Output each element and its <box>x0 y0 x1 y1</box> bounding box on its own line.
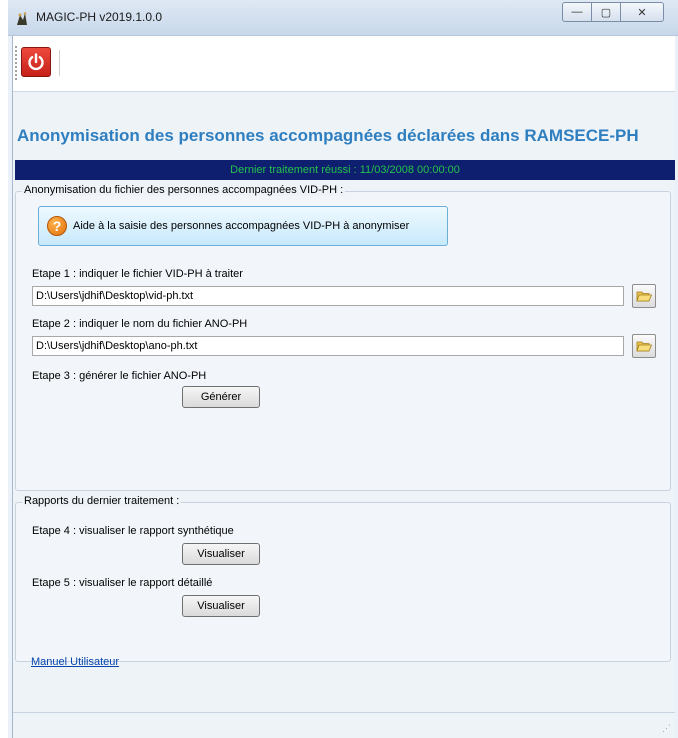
toolbar-separator <box>59 50 60 76</box>
last-run-banner: Dernier traitement réussi : 11/03/2008 0… <box>15 160 675 180</box>
reports-group: Rapports du dernier traitement : Etape 4… <box>15 495 671 662</box>
page-title: Anonymisation des personnes accompagnées… <box>17 126 639 145</box>
anonymisation-legend: Anonymisation du fichier des personnes a… <box>22 184 346 196</box>
app-window: MAGIC-PH v2019.1.0.0 — ▢ ✕ Anonymisation… <box>8 0 678 738</box>
help-entry-button[interactable]: ? Aide à la saisie des personnes accompa… <box>38 206 448 246</box>
ano-file-input[interactable] <box>32 336 624 356</box>
step3-label: Etape 3 : générer le fichier ANO-PH <box>32 370 207 382</box>
maximize-button[interactable]: ▢ <box>591 2 621 22</box>
browse-vid-button[interactable] <box>632 284 656 308</box>
anonymisation-group: Anonymisation du fichier des personnes a… <box>15 184 671 491</box>
folder-open-icon <box>636 341 652 352</box>
resize-grip-icon[interactable]: ⋰ <box>662 723 671 734</box>
view-detailed-report-button[interactable]: Visualiser <box>182 595 260 617</box>
step2-label: Etape 2 : indiquer le nom du fichier ANO… <box>32 318 248 330</box>
step5-label: Etape 5 : visualiser le rapport détaillé <box>32 577 213 589</box>
close-icon: ✕ <box>637 6 647 19</box>
reports-legend: Rapports du dernier traitement : <box>22 495 182 507</box>
close-button[interactable]: ✕ <box>620 2 664 22</box>
client-area: Anonymisation des personnes accompagnées… <box>12 36 675 738</box>
step1-label: Etape 1 : indiquer le fichier VID-PH à t… <box>32 268 243 280</box>
browse-ano-button[interactable] <box>632 334 656 358</box>
app-logo-icon <box>17 12 27 25</box>
help-entry-label: Aide à la saisie des personnes accompagn… <box>73 220 410 232</box>
minimize-button[interactable]: — <box>562 2 592 22</box>
user-manual-link[interactable]: Manuel Utilisateur <box>31 656 119 668</box>
toolbar-grip[interactable] <box>15 46 18 80</box>
quit-button[interactable] <box>21 47 51 77</box>
power-icon <box>28 53 44 71</box>
window-controls: — ▢ ✕ <box>562 2 664 22</box>
folder-open-icon <box>636 291 652 302</box>
window-title: MAGIC-PH v2019.1.0.0 <box>36 10 163 24</box>
vid-file-input[interactable] <box>32 286 624 306</box>
toolbar <box>13 36 675 92</box>
step4-label: Etape 4 : visualiser le rapport synthéti… <box>32 525 234 537</box>
maximize-icon: ▢ <box>600 6 612 19</box>
minimize-icon: — <box>571 6 583 18</box>
view-summary-report-button[interactable]: Visualiser <box>182 543 260 565</box>
generate-button[interactable]: Générer <box>182 386 260 408</box>
title-bar[interactable]: MAGIC-PH v2019.1.0.0 — ▢ ✕ <box>8 0 678 36</box>
status-strip: ⋰ <box>13 712 675 738</box>
question-icon: ? <box>47 216 67 236</box>
